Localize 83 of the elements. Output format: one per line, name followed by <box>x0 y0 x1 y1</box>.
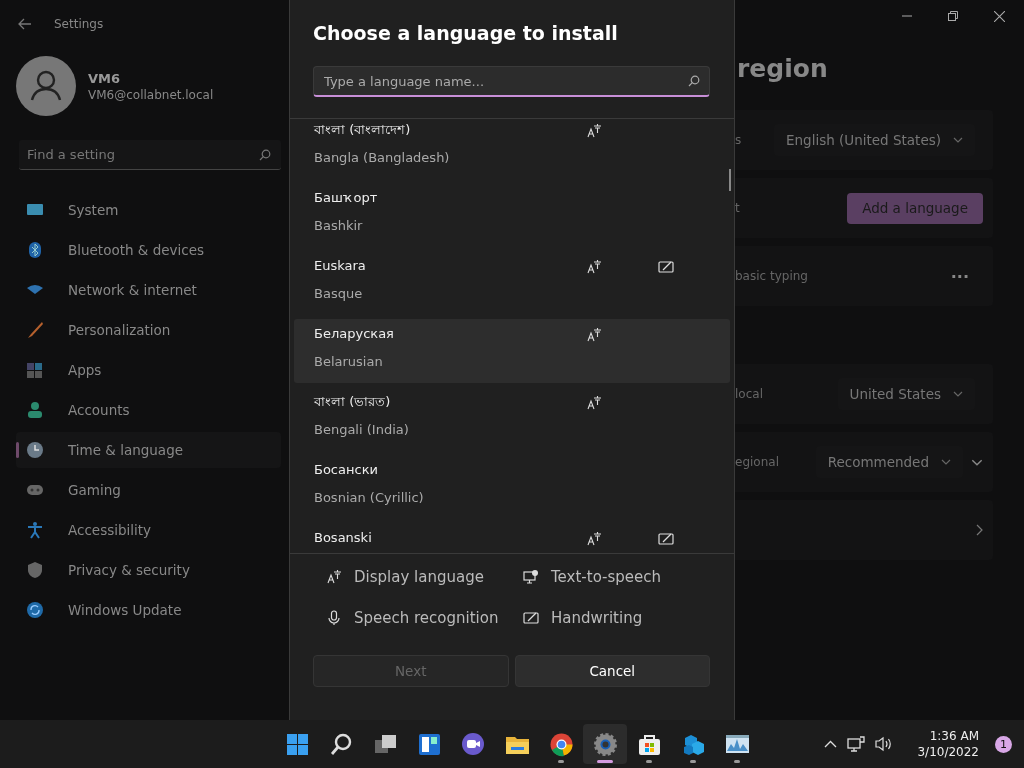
user-name: VM6 <box>88 70 122 86</box>
nav-item[interactable]: Windows Update <box>16 592 281 628</box>
nav-item[interactable]: Accessibility <box>16 512 281 548</box>
nav-item[interactable]: Privacy & security <box>16 552 281 588</box>
nav-item[interactable]: Personalization <box>16 312 281 348</box>
refresh-icon <box>26 601 44 619</box>
clock-icon <box>26 441 44 459</box>
dialog-title: Choose a language to install <box>312 21 619 46</box>
language-name: Босански <box>314 461 379 479</box>
shield-icon <box>26 561 44 579</box>
language-name: Башҡорт <box>314 189 379 207</box>
cancel-button[interactable]: Cancel <box>514 655 710 687</box>
language-name: Беларуская <box>314 325 395 343</box>
language-row[interactable]: Башҡорт Bashkir <box>294 183 730 247</box>
browser-icon[interactable] <box>548 731 574 757</box>
language-name: বাংলা (ভারত) <box>314 393 392 411</box>
language-english-name: Bashkir <box>314 217 364 235</box>
legend-label: Speech recognition <box>354 609 499 627</box>
search-field[interactable]: Type a language name... <box>313 66 710 97</box>
nav-item[interactable]: Accounts <box>16 392 281 428</box>
card-label: basic typing <box>735 269 808 283</box>
language-english-name: Basque <box>314 285 364 303</box>
maximize-icon[interactable] <box>948 11 958 21</box>
language-row[interactable]: Беларуская Belarusian <box>294 319 730 383</box>
legend-label: Handwriting <box>551 609 643 627</box>
language-row[interactable]: Босански Bosnian (Cyrillic) <box>294 455 730 519</box>
settings-icon[interactable] <box>592 731 618 757</box>
nav-item[interactable]: Apps <box>16 352 281 388</box>
search-icon[interactable] <box>328 731 354 757</box>
clock[interactable]: 1:36 AM 3/10/2022 <box>917 728 979 760</box>
nav-item[interactable]: Time & language <box>16 432 281 468</box>
page-title: region <box>736 53 829 85</box>
speaker-icon[interactable] <box>875 736 894 752</box>
display-language-icon <box>326 569 342 585</box>
card-label: egional <box>735 455 779 469</box>
bluetooth-icon <box>26 241 44 259</box>
card-label: s <box>735 133 742 147</box>
video-chat-icon[interactable] <box>460 731 486 757</box>
close-icon[interactable] <box>994 10 1005 22</box>
language-name: বাংলা (বাংলাদেশ) <box>314 121 412 139</box>
nav-item[interactable]: Bluetooth & devices <box>16 232 281 268</box>
search-field[interactable]: Find a setting <box>19 140 281 170</box>
more-button[interactable]: ··· <box>950 266 969 286</box>
language-english-name: Belarusian <box>314 353 384 371</box>
accessibility-icon <box>26 521 44 539</box>
nav-item[interactable]: Network & internet <box>16 272 281 308</box>
card-label: t <box>735 201 740 215</box>
language-name: Bosanski <box>314 529 373 547</box>
notification-badge[interactable]: 1 <box>995 735 1012 753</box>
back-arrow-icon[interactable] <box>18 18 32 30</box>
accounts-icon <box>26 401 44 419</box>
language-row[interactable]: Bosanski <box>294 523 730 553</box>
handwriting-icon <box>523 610 539 626</box>
apps-icon <box>26 361 44 379</box>
brush-icon <box>26 321 44 339</box>
chevron-down-icon <box>953 391 963 397</box>
network-monitor-icon[interactable] <box>847 736 866 752</box>
window-title: Settings <box>54 17 104 31</box>
search-icon[interactable] <box>688 75 700 87</box>
language-row[interactable]: Euskara Basque <box>294 251 730 315</box>
start-icon[interactable] <box>284 731 310 757</box>
language-english-name: Bosnian (Cyrillic) <box>314 489 425 507</box>
microphone-icon <box>326 610 342 626</box>
chevron-down-icon <box>953 137 963 143</box>
monitor-icon <box>523 569 539 585</box>
card-label: local <box>735 387 763 401</box>
language-name: Euskara <box>314 257 367 275</box>
avatar-icon <box>16 56 76 116</box>
legend-label: Display language <box>354 568 484 586</box>
user-email: VM6@collabnet.local <box>88 87 214 102</box>
language-english-name: Bengali (India) <box>314 421 410 439</box>
language-row[interactable]: বাংলা (ভারত) Bengali (India) <box>294 387 730 451</box>
chevron-down-icon <box>941 459 951 465</box>
language-english-name: Bangla (Bangladesh) <box>314 149 451 167</box>
nav-item[interactable]: System <box>16 192 281 228</box>
chevron-right-icon[interactable] <box>976 524 983 536</box>
scrollbar-thumb[interactable] <box>729 169 731 191</box>
chevron-down-icon[interactable] <box>971 458 983 466</box>
nav-item[interactable]: Gaming <box>16 472 281 508</box>
legend-label: Text-to-speech <box>551 568 662 586</box>
language-row[interactable]: বাংলা (বাংলাদেশ) Bangla (Bangladesh) <box>294 119 730 179</box>
widgets-icon[interactable] <box>416 731 442 757</box>
chevron-up-icon[interactable] <box>824 740 838 748</box>
